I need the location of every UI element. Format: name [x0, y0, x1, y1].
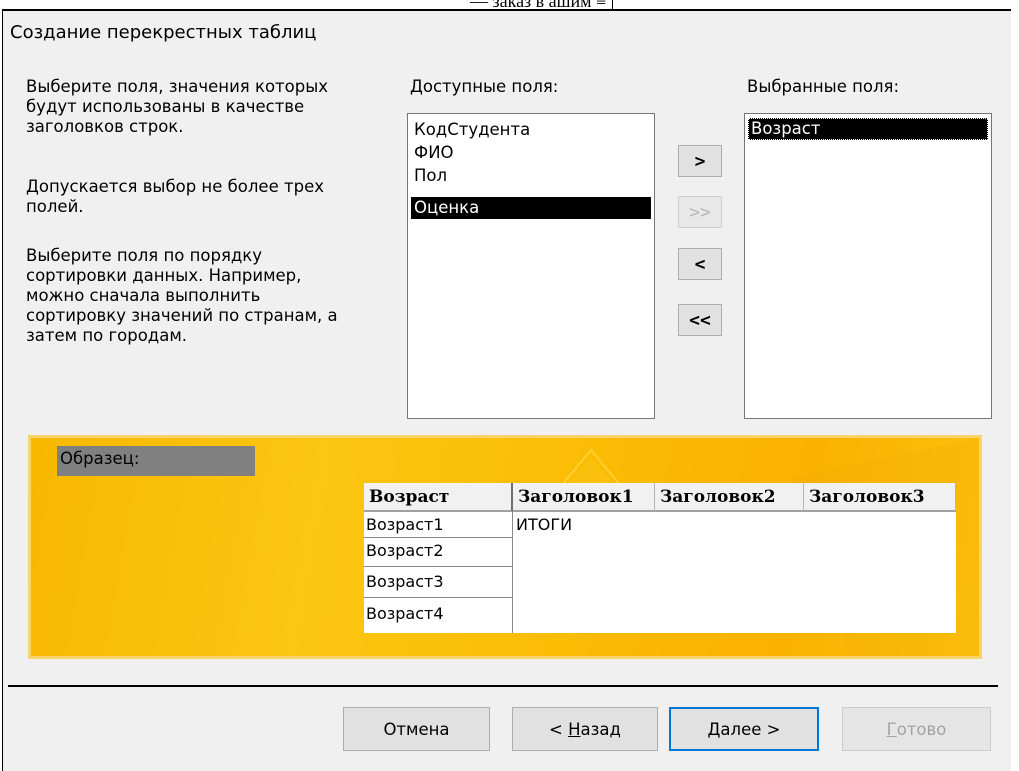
instruction-line: затем по городам. — [26, 326, 188, 345]
selected-field-item[interactable]: Возраст — [748, 118, 988, 140]
finish-button-accelerator: Г — [886, 719, 897, 739]
available-field-item[interactable]: ФИО — [411, 142, 651, 164]
instruction-paragraph-2: Допускается выбор не более трех полей. — [26, 177, 386, 217]
sample-row-cell: Возраст4 — [364, 598, 513, 633]
instruction-line: будут использованы в качестве — [26, 97, 305, 116]
cancel-button-label: Отмена — [383, 719, 450, 739]
instruction-line: Выберите поля по порядку — [26, 246, 263, 265]
add-field-button[interactable]: > — [678, 145, 722, 177]
remove-field-button[interactable]: < — [678, 248, 722, 280]
available-fields-listbox[interactable]: КодСтудента ФИО Пол Оценка — [407, 113, 655, 419]
back-button-label: < Назад — [549, 720, 621, 739]
instruction-line: Выберите поля, значения которых — [26, 77, 329, 96]
instruction-line: можно сначала выполнить — [26, 286, 261, 305]
remove-all-fields-button[interactable]: << — [678, 304, 722, 336]
add-all-fields-button[interactable]: >> — [678, 196, 722, 228]
available-field-item-selected[interactable]: Оценка — [411, 197, 651, 219]
finish-button-label: Готово — [887, 720, 947, 739]
next-button-label: Далее > — [708, 720, 781, 739]
back-button[interactable]: < Назад — [512, 707, 658, 751]
back-button-prefix: < — [549, 719, 569, 739]
available-fields-label: Доступные поля: — [410, 77, 559, 96]
instruction-paragraph-1: Выберите поля, значения которых будут ис… — [26, 77, 386, 137]
instruction-line: сортировки данных. Например, — [26, 266, 302, 285]
instruction-line: сортировку значений по странам, а — [26, 306, 338, 325]
instruction-line: полей. — [26, 197, 84, 216]
next-button[interactable]: Далее > — [669, 707, 819, 751]
instruction-line: заголовков строк. — [26, 117, 184, 136]
finish-button-rest: отово — [896, 719, 947, 739]
sample-header-cell: Заголовок3 — [804, 483, 956, 512]
dialog-title: Создание перекрестных таблиц — [10, 22, 317, 43]
instruction-paragraph-3: Выберите поля по порядку сортировки данн… — [26, 246, 386, 346]
back-button-accelerator: Н — [568, 719, 581, 739]
cancel-button[interactable]: Отмена — [343, 707, 490, 751]
available-field-item[interactable]: КодСтудента — [411, 119, 651, 141]
finish-button[interactable]: Готово — [842, 707, 991, 751]
sample-row-cell: Возраст2 — [364, 538, 513, 567]
selected-fields-listbox[interactable]: Возраст — [744, 113, 992, 419]
selected-fields-label: Выбранные поля: — [747, 77, 900, 96]
next-button-rest: алее > — [720, 719, 781, 739]
sample-row-cell: Возраст1 — [364, 512, 513, 538]
back-button-rest: азад — [580, 719, 621, 739]
dialog-separator — [8, 685, 998, 687]
sample-header-cell: Заголовок2 — [655, 483, 804, 512]
sample-header-cell: Заголовок1 — [513, 483, 655, 512]
available-field-item[interactable]: Пол — [411, 165, 651, 187]
instruction-line: Допускается выбор не более трех — [26, 177, 324, 196]
sample-header-cell: Возраст — [364, 483, 513, 512]
sample-preview-panel: Образец: Возраст Заголовок1 Заголовок2 З… — [28, 435, 982, 659]
sample-totals-text: ИТОГИ — [516, 515, 573, 534]
next-button-accelerator: Д — [707, 719, 721, 739]
sample-crosstab-table: Возраст Заголовок1 Заголовок2 Заголовок3… — [364, 483, 956, 633]
sample-label: Образец: — [57, 446, 255, 476]
sample-row-cell: Возраст3 — [364, 567, 513, 598]
